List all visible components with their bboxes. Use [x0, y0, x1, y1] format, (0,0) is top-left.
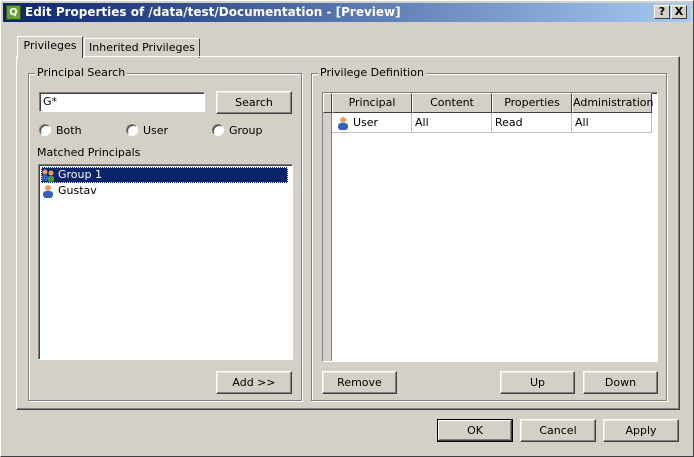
help-button[interactable]: ? [654, 5, 670, 19]
apply-button[interactable]: Apply [603, 419, 679, 442]
search-button[interactable]: Search [216, 91, 292, 114]
table-cell-administration[interactable]: All [572, 113, 652, 133]
remove-button[interactable]: Remove [322, 371, 397, 394]
ok-button[interactable]: OK [437, 419, 513, 442]
close-button[interactable]: X [671, 5, 687, 19]
column-header-content[interactable]: Content [412, 93, 492, 113]
list-item-label: Gustav [58, 184, 97, 197]
radio-user-label: User [143, 124, 169, 137]
tab-privileges[interactable]: Privileges [17, 36, 83, 58]
user-icon [336, 116, 350, 130]
radio-both[interactable] [39, 124, 51, 136]
table-cell-properties[interactable]: Read [492, 113, 572, 133]
matched-principals-list[interactable]: Group 1 Gustav [38, 164, 293, 360]
row-header-strip [323, 113, 332, 361]
search-input[interactable]: G* [39, 92, 205, 112]
column-header-properties[interactable]: Properties [492, 93, 572, 113]
privilege-table[interactable]: Principal Content Properties Administrat… [322, 92, 658, 362]
radio-group-label: Group [229, 124, 263, 137]
matched-principals-label: Matched Principals [37, 146, 141, 159]
privilege-definition-label: Privilege Definition [318, 66, 426, 79]
column-header-principal[interactable]: Principal [332, 93, 412, 113]
radio-group[interactable] [212, 124, 224, 136]
tab-inherited-privileges[interactable]: Inherited Privileges [84, 38, 200, 58]
list-item-label: Group 1 [58, 168, 102, 181]
app-leaf-icon: Q [6, 5, 21, 20]
list-item[interactable]: Gustav [41, 183, 97, 199]
group-icon [41, 168, 55, 182]
privilege-definition-group: Privilege Definition Principal Content P… [311, 66, 667, 401]
window-title: Edit Properties of /data/test/Documentat… [25, 5, 401, 19]
principal-search-group: Principal Search G* Search Both User Gro… [28, 66, 302, 401]
add-button[interactable]: Add >> [216, 371, 292, 394]
principal-search-label: Principal Search [35, 66, 128, 79]
cancel-button[interactable]: Cancel [520, 419, 596, 442]
table-cell-principal-label: User [353, 116, 379, 129]
table-cell-principal[interactable]: User [332, 113, 412, 133]
user-icon [41, 184, 55, 198]
radio-both-label: Both [56, 124, 82, 137]
table-cell-content[interactable]: All [412, 113, 492, 133]
radio-user[interactable] [126, 124, 138, 136]
title-bar[interactable]: Q Edit Properties of /data/test/Document… [3, 3, 691, 22]
list-item[interactable]: Group 1 [41, 167, 288, 183]
tab-panel: Principal Search G* Search Both User Gro… [16, 56, 680, 410]
column-header-administration[interactable]: Administration [572, 93, 654, 113]
down-button[interactable]: Down [583, 371, 658, 394]
dialog-window: Q Edit Properties of /data/test/Document… [0, 0, 694, 457]
row-header-corner [323, 93, 332, 113]
up-button[interactable]: Up [500, 371, 575, 394]
